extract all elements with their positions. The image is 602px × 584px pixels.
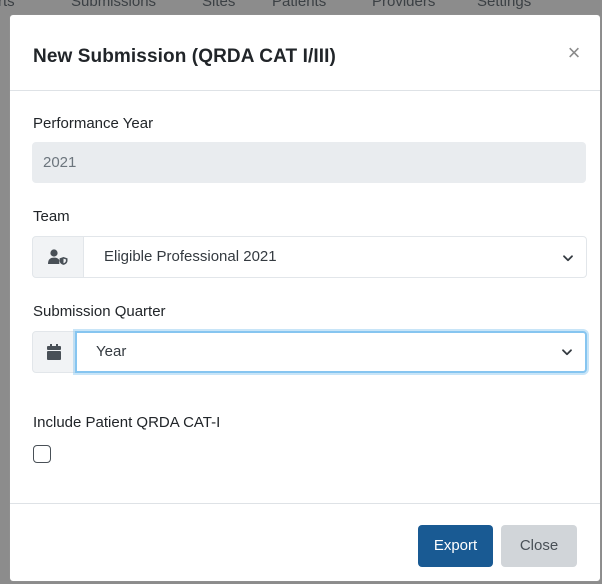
include-patient-label: Include Patient QRDA CAT-I: [33, 414, 221, 431]
chevron-down-icon: [562, 349, 572, 356]
new-submission-modal: New Submission (QRDA CAT I/III) × Perfor…: [9, 14, 601, 582]
team-addon: [32, 236, 84, 278]
calendar-icon: [47, 344, 61, 360]
submission-quarter-selected-value: Year: [96, 343, 127, 360]
submission-quarter-addon: [32, 331, 76, 373]
include-patient-checkbox[interactable]: [33, 445, 51, 463]
user-shield-icon: [48, 249, 68, 265]
modal-header: New Submission (QRDA CAT I/III) ×: [10, 15, 600, 91]
team-input-group: Eligible Professional 2021: [32, 236, 587, 278]
team-selected-value: Eligible Professional 2021: [104, 248, 277, 265]
team-label: Team: [33, 208, 70, 225]
chevron-down-icon: [563, 255, 573, 262]
team-select[interactable]: Eligible Professional 2021: [83, 236, 587, 278]
submission-quarter-label: Submission Quarter: [33, 303, 166, 320]
submission-quarter-input-group: Year: [32, 331, 587, 373]
close-icon[interactable]: ×: [562, 41, 586, 65]
modal-footer: Export Close: [10, 503, 600, 581]
modal-title: New Submission (QRDA CAT I/III): [33, 46, 336, 67]
export-button[interactable]: Export: [418, 525, 493, 567]
close-button[interactable]: Close: [501, 525, 577, 567]
performance-year-label: Performance Year: [33, 115, 154, 132]
submission-quarter-select[interactable]: Year: [75, 331, 587, 373]
performance-year-field: 2021: [32, 142, 586, 183]
